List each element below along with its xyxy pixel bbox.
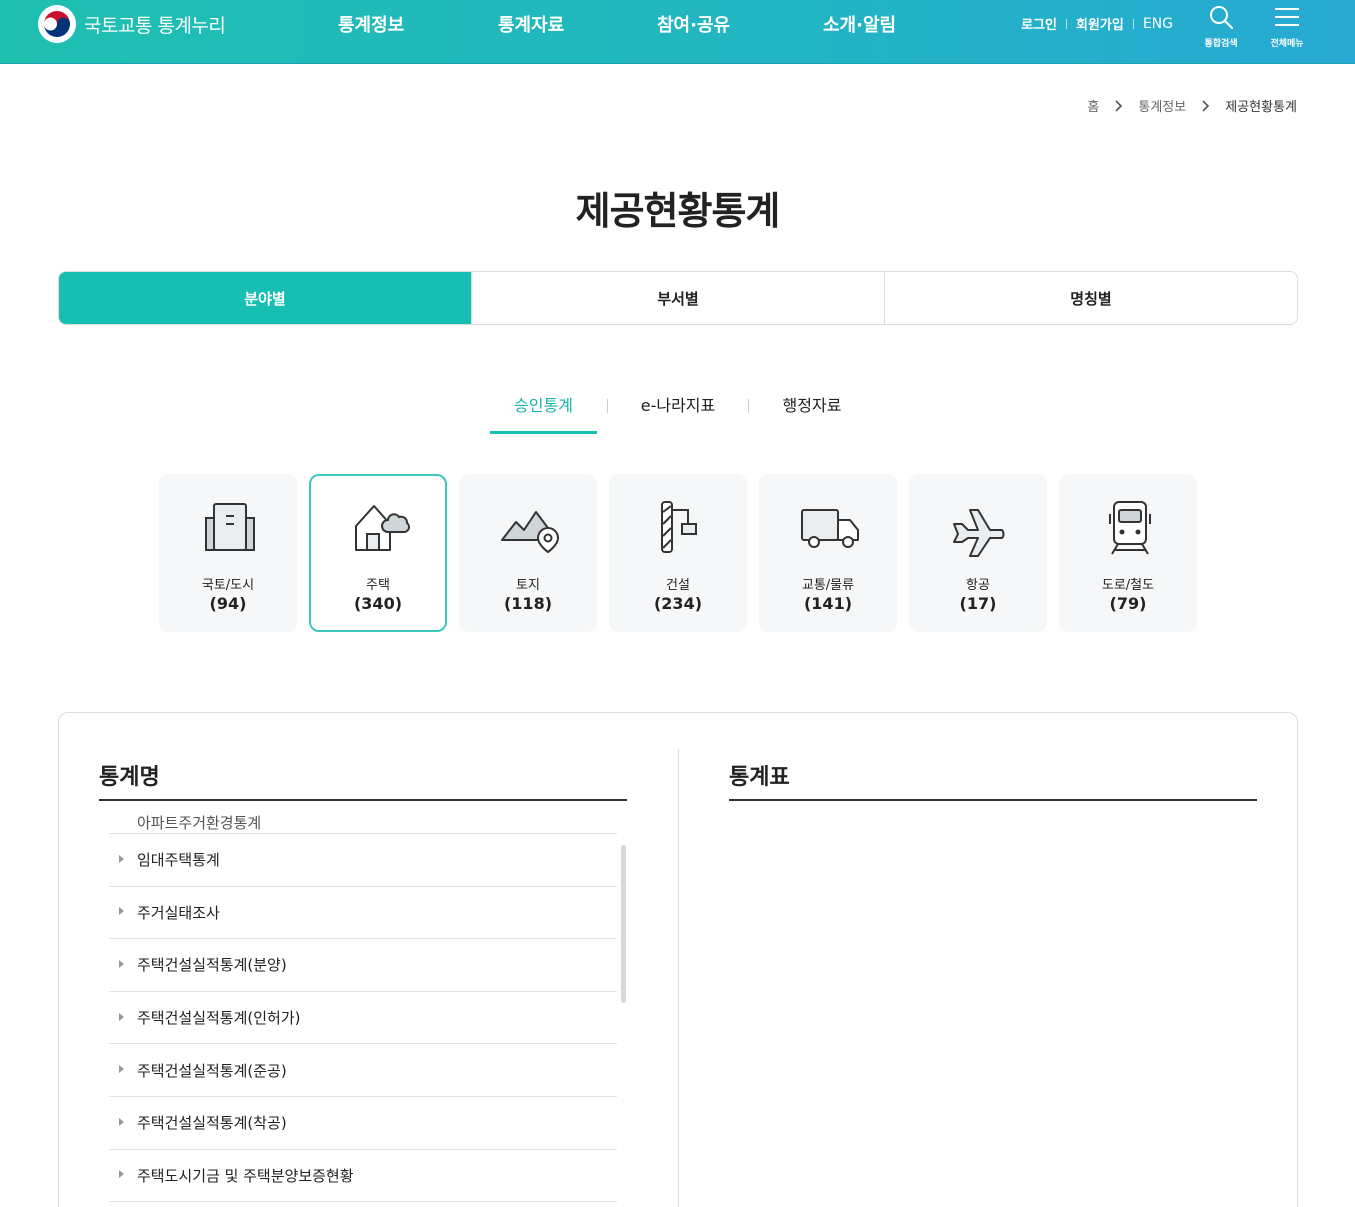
nav-stat-data[interactable]: 통계자료 — [498, 11, 564, 37]
list-item-label: 아파트주거환경통계 — [137, 814, 262, 832]
search-button[interactable]: 통합검색 — [1193, 4, 1249, 49]
list-item[interactable]: 주택건설실적통계(인허가) — [109, 992, 617, 1045]
triangle-right-icon — [119, 1170, 124, 1179]
triangle-right-icon — [119, 907, 124, 916]
train-icon — [1109, 501, 1151, 555]
list-item-label: 주택건설실적통계(인허가) — [137, 1009, 301, 1028]
subtab-admin-data[interactable]: 행정자료 — [749, 388, 875, 434]
list-item[interactable]: 주택건설실적통계(준공) — [109, 1044, 617, 1097]
category-count: (340) — [353, 594, 403, 613]
category-count: (118) — [503, 594, 553, 613]
category-card-land-city[interactable]: 국토/도시 (94) — [159, 474, 297, 632]
subtab-approved-stats[interactable]: 승인통계 — [490, 388, 597, 434]
list-item[interactable]: 임대주택통계 — [109, 834, 617, 887]
chevron-right-icon — [1115, 99, 1123, 112]
list-item-label: 주택건설실적통계(착공) — [137, 1114, 287, 1133]
category-count: (141) — [803, 594, 853, 613]
site-logo[interactable]: 국토교통 통계누리 — [38, 5, 226, 43]
stat-name-heading: 통계명 — [99, 765, 160, 790]
category-count: (17) — [959, 594, 997, 613]
list-item-label: 주택건설실적통계(준공) — [137, 1061, 287, 1080]
list-item-label: 주택건설실적통계(분양) — [137, 956, 287, 975]
category-count: (94) — [209, 594, 247, 613]
divider — [1132, 18, 1134, 29]
chevron-right-icon — [1202, 99, 1210, 112]
top-header: 국토교통 통계누리 통계정보 통계자료 참여·공유 소개·알림 로그인 회원가입… — [0, 0, 1355, 64]
triangle-right-icon — [119, 1012, 124, 1021]
truck-icon — [801, 509, 859, 548]
breadcrumb: 홈 통계정보 제공현황통계 — [1087, 96, 1297, 115]
crane-icon — [661, 501, 697, 553]
hamburger-menu-icon — [1275, 8, 1299, 26]
triangle-right-icon — [119, 1117, 124, 1126]
category-name: 건설 — [666, 578, 690, 593]
menu-label: 전체메뉴 — [1270, 39, 1304, 49]
stats-panel: 통계명 통계표 아파트주거환경통계 임대주택통계 주거실태조사 주택건설실적통계… — [58, 712, 1298, 1207]
category-name: 도로/철도 — [1101, 578, 1155, 593]
list-item[interactable]: 주택건설실적통계(분양) — [109, 939, 617, 992]
heading-underline — [729, 799, 1257, 801]
category-name: 토지 — [516, 578, 540, 593]
category-card-land[interactable]: 토지 (118) — [459, 474, 597, 632]
category-count: (234) — [653, 594, 703, 613]
category-card-construction[interactable]: 건설 (234) — [609, 474, 747, 632]
breadcrumb-home[interactable]: 홈 — [1087, 96, 1099, 115]
category-name: 항공 — [966, 578, 990, 593]
list-item-label: 주거실태조사 — [137, 903, 220, 922]
category-cards: 국토/도시 (94) 주택 (340) 토지 (118) 건설 (234) 교통… — [159, 474, 1209, 632]
sub-tabs: 승인통계 e-나라지표 행정자료 — [490, 388, 875, 434]
house-icon — [355, 505, 410, 551]
category-card-transport-logistics[interactable]: 교통/물류 (141) — [759, 474, 897, 632]
taegeuk-logo-icon — [38, 5, 76, 43]
building-icon — [205, 503, 255, 551]
signup-link[interactable]: 회원가입 — [1076, 14, 1124, 33]
list-item[interactable]: 주택도시기금 및 주택분양보증현황 — [109, 1150, 617, 1203]
all-menu-button[interactable]: 전체메뉴 — [1259, 4, 1315, 49]
utility-links: 로그인 회원가입 ENG — [1021, 14, 1173, 34]
nav-stat-info[interactable]: 통계정보 — [338, 11, 404, 37]
tab-by-department[interactable]: 부서별 — [471, 272, 884, 324]
land-icon — [501, 511, 560, 554]
nav-participate[interactable]: 참여·공유 — [657, 11, 730, 37]
nav-about[interactable]: 소개·알림 — [823, 11, 896, 37]
eng-link[interactable]: ENG — [1143, 16, 1173, 32]
login-link[interactable]: 로그인 — [1021, 14, 1057, 33]
category-card-aviation[interactable]: 항공 (17) — [909, 474, 1047, 632]
list-item-label: 주택도시기금 및 주택분양보증현황 — [137, 1166, 354, 1185]
column-divider — [678, 749, 679, 1207]
triangle-right-icon — [119, 854, 124, 863]
triangle-right-icon — [119, 959, 124, 968]
search-icon — [1210, 6, 1234, 30]
page-title: 제공현황통계 — [575, 189, 781, 233]
tab-by-name[interactable]: 명칭별 — [884, 272, 1297, 324]
subtab-e-nara-index[interactable]: e-나라지표 — [608, 388, 748, 434]
category-card-housing[interactable]: 주택 (340) — [309, 474, 447, 632]
divider — [1065, 18, 1067, 29]
stat-table-heading: 통계표 — [729, 765, 790, 790]
breadcrumb-current: 제공현황통계 — [1225, 100, 1297, 115]
list-item[interactable]: 주거실태조사 — [109, 887, 617, 940]
list-item[interactable]: 주택건설실적통계(착공) — [109, 1097, 617, 1150]
search-label: 통합검색 — [1204, 39, 1238, 49]
main-tabs: 분야별 부서별 명칭별 — [58, 271, 1298, 325]
airplane-icon — [953, 509, 1005, 557]
category-card-road-rail[interactable]: 도로/철도 (79) — [1059, 474, 1197, 632]
category-name: 주택 — [366, 578, 390, 593]
list-scrollbar[interactable] — [621, 845, 626, 1003]
list-item-label: 임대주택통계 — [137, 851, 220, 870]
stat-name-list[interactable]: 아파트주거환경통계 임대주택통계 주거실태조사 주택건설실적통계(분양) 주택건… — [109, 801, 617, 1207]
triangle-right-icon — [119, 1065, 124, 1074]
site-name: 국토교통 통계누리 — [84, 14, 226, 37]
list-item[interactable]: 아파트주거환경통계 — [109, 801, 617, 834]
breadcrumb-level1[interactable]: 통계정보 — [1138, 96, 1186, 115]
tab-by-field[interactable]: 분야별 — [59, 272, 471, 324]
category-count: (79) — [1109, 594, 1147, 613]
category-name: 국토/도시 — [201, 578, 255, 593]
category-name: 교통/물류 — [801, 578, 855, 593]
